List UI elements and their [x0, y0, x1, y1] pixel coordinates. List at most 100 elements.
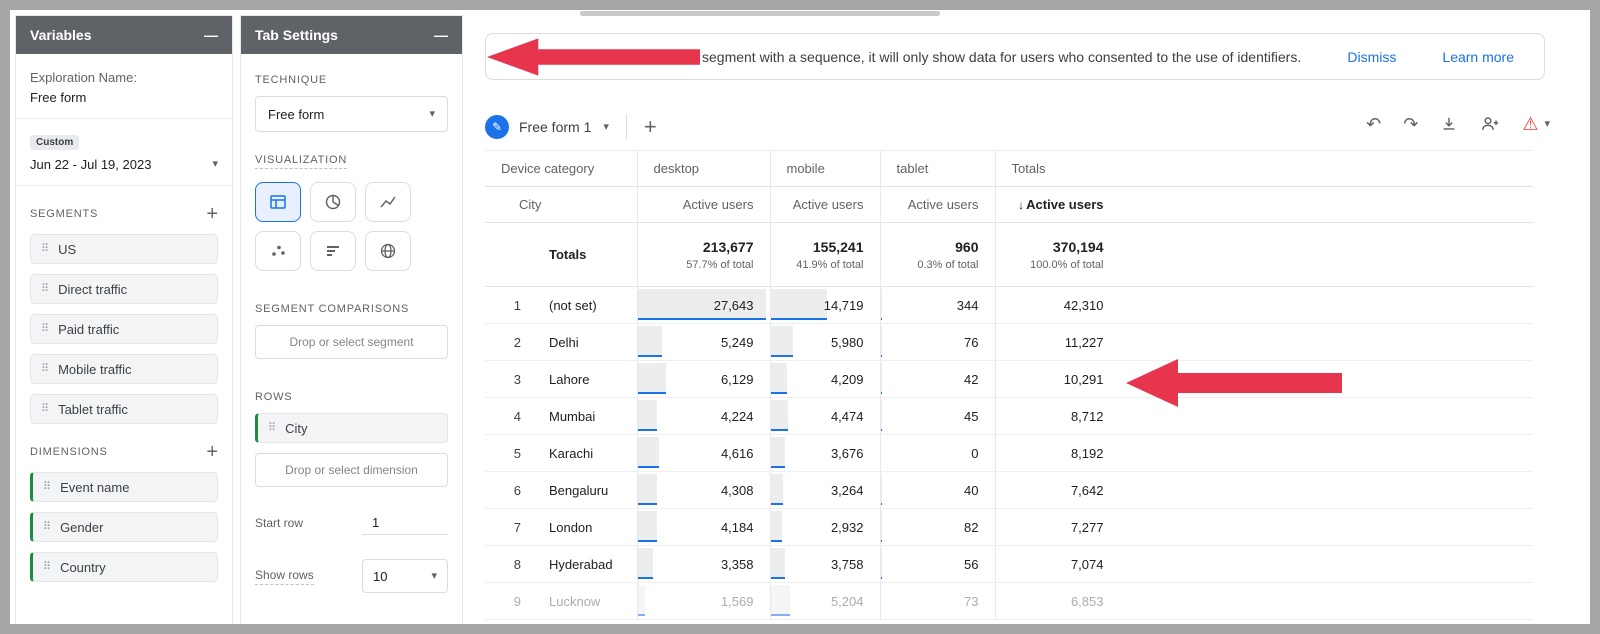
add-segment-button[interactable]: + — [206, 204, 218, 224]
dimension-chip-event-name[interactable]: ⠿ Event name — [30, 472, 218, 502]
total-value: 7,074 — [1012, 557, 1104, 572]
cell-bar — [638, 363, 666, 394]
redo-button[interactable]: ↷ — [1403, 115, 1418, 133]
cell-bar — [771, 326, 794, 357]
undo-button[interactable]: ↶ — [1366, 115, 1381, 133]
segment-chip-mobile-traffic[interactable]: ⠿ Mobile traffic — [30, 354, 218, 384]
table-row[interactable]: 2Delhi 5,249 5,980 76 11,227 — [485, 324, 1533, 361]
table-row[interactable]: 8Hyderabad 3,358 3,758 56 7,074 — [485, 546, 1533, 583]
dimensions-section-header: DIMENSIONS + — [30, 442, 218, 462]
scatter-plot-icon — [268, 241, 288, 261]
line-chart-icon — [378, 192, 398, 212]
table-row[interactable]: 7London 4,184 2,932 82 7,277 — [485, 509, 1533, 546]
total-value: 7,642 — [1012, 483, 1104, 498]
header-active-users-tablet[interactable]: Active users — [880, 187, 995, 223]
header-device-category[interactable]: Device category — [485, 151, 637, 187]
table-row[interactable]: 3Lahore 6,129 4,209 42 10,291 — [485, 361, 1533, 398]
header-desktop[interactable]: desktop — [637, 151, 770, 187]
table-row[interactable]: 9Lucknow 1,569 5,204 73 6,853 — [485, 583, 1533, 620]
start-row-input[interactable]: 1 — [362, 511, 448, 535]
tablet-value: 344 — [957, 298, 979, 313]
share-button[interactable] — [1480, 114, 1500, 134]
mobile-value: 4,209 — [831, 372, 864, 387]
desktop-value: 4,184 — [721, 520, 754, 535]
tab-settings-panel-header: Tab Settings — — [241, 16, 462, 54]
drag-handle-icon: ⠿ — [268, 423, 276, 434]
cell-bar — [771, 437, 785, 468]
totals-desktop-percent: 57.7% of total — [638, 259, 754, 271]
table-row[interactable]: 6Bengaluru 4,308 3,264 40 7,642 — [485, 472, 1533, 509]
viz-bar-chart-button[interactable] — [310, 231, 356, 271]
collapse-variables-icon[interactable]: — — [204, 28, 218, 42]
segment-drop-zone[interactable]: Drop or select segment — [255, 325, 448, 359]
desktop-value: 4,308 — [721, 483, 754, 498]
download-button[interactable] — [1440, 115, 1458, 133]
tab-caret-down-icon[interactable]: ▾ — [603, 122, 609, 133]
row-city: Hyderabad — [549, 557, 613, 572]
visualization-label-row: VISUALIZATION — [255, 154, 448, 169]
date-range-picker[interactable]: Jun 22 - Jul 19, 2023 ▾ — [30, 157, 218, 172]
table-row[interactable]: 4Mumbai 4,224 4,474 45 8,712 — [485, 398, 1533, 435]
cell-bar — [771, 474, 783, 505]
drag-handle-icon: ⠿ — [41, 284, 49, 295]
viz-donut-chart-button[interactable] — [310, 182, 356, 222]
row-city: Karachi — [549, 446, 593, 461]
segment-chip-us[interactable]: ⠿ US — [30, 234, 218, 264]
header-city[interactable]: City — [485, 187, 637, 223]
rows-chip-label: City — [285, 421, 307, 436]
add-tab-button[interactable]: + — [644, 116, 657, 138]
header-active-users-mobile[interactable]: Active users — [770, 187, 880, 223]
cell-bar — [771, 548, 785, 579]
header-active-users-totals[interactable]: ↓Active users — [995, 187, 1533, 223]
cell-bar — [638, 326, 662, 357]
segments-label: SEGMENTS — [30, 208, 98, 220]
data-quality-button[interactable]: ⚠ ▾ — [1522, 115, 1550, 133]
table-row[interactable]: 1(not set) 27,643 14,719 344 42,310 — [485, 287, 1533, 324]
totals-tablet-value: 960 — [881, 239, 979, 255]
show-rows-select[interactable]: 10 ▾ — [362, 559, 448, 593]
drag-handle-icon: ⠿ — [41, 404, 49, 415]
metric-header-row: City Active users Active users Active us… — [485, 187, 1533, 223]
tab-bar: ✎ Free form 1 ▾ + — [485, 106, 657, 148]
tablet-value: 56 — [964, 557, 978, 572]
viz-geo-map-button[interactable] — [365, 231, 411, 271]
segment-chip-tablet-traffic[interactable]: ⠿ Tablet traffic — [30, 394, 218, 424]
collapse-tab-settings-icon[interactable]: — — [434, 28, 448, 42]
header-mobile[interactable]: mobile — [770, 151, 880, 187]
tablet-value: 0 — [971, 446, 978, 461]
pencil-icon: ✎ — [492, 120, 502, 134]
segments-section-header: SEGMENTS + — [30, 204, 218, 224]
viz-line-chart-button[interactable] — [365, 182, 411, 222]
header-totals[interactable]: Totals — [995, 151, 1533, 187]
row-city: Lucknow — [549, 594, 600, 609]
drag-handle-icon: ⠿ — [43, 482, 51, 493]
segment-chip-direct-traffic[interactable]: ⠿ Direct traffic — [30, 274, 218, 304]
dimension-drop-zone[interactable]: Drop or select dimension — [255, 453, 448, 487]
add-dimension-button[interactable]: + — [206, 442, 218, 462]
totals-row: Totals 213,677 57.7% of total 155,241 41… — [485, 223, 1533, 287]
edit-tab-icon: ✎ — [485, 115, 509, 139]
header-active-users-desktop[interactable]: Active users — [637, 187, 770, 223]
totals-desktop-value: 213,677 — [638, 239, 754, 255]
consent-notice-banner: segment with a sequence, it will only sh… — [485, 33, 1545, 80]
totals-tablet-cell: 960 0.3% of total — [880, 223, 995, 287]
dimension-chip-label: Country — [60, 560, 106, 575]
tab-settings-panel: Tab Settings — TECHNIQUE Free form ▾ VIS… — [240, 15, 463, 624]
row-rank: 2 — [485, 335, 535, 350]
technique-select[interactable]: Free form ▾ — [255, 96, 448, 132]
viz-table-button[interactable] — [255, 182, 301, 222]
mobile-value: 2,932 — [831, 520, 864, 535]
rows-dimension-chip-city[interactable]: ⠿ City — [255, 413, 448, 443]
dimension-chip-country[interactable]: ⠿ Country — [30, 552, 218, 582]
tab-free-form-1[interactable]: Free form 1 — [519, 119, 591, 135]
segment-chip-paid-traffic[interactable]: ⠿ Paid traffic — [30, 314, 218, 344]
horizontal-scrollbar[interactable] — [580, 11, 940, 16]
header-tablet[interactable]: tablet — [880, 151, 995, 187]
table-row[interactable]: 5Karachi 4,616 3,676 0 8,192 — [485, 435, 1533, 472]
exploration-name-input[interactable]: Free form — [30, 90, 218, 105]
learn-more-link[interactable]: Learn more — [1442, 49, 1514, 65]
dimension-chip-gender[interactable]: ⠿ Gender — [30, 512, 218, 542]
viz-scatter-plot-button[interactable] — [255, 231, 301, 271]
show-rows-setting: Show rows 10 ▾ — [255, 559, 448, 593]
dismiss-button[interactable]: Dismiss — [1347, 49, 1396, 65]
